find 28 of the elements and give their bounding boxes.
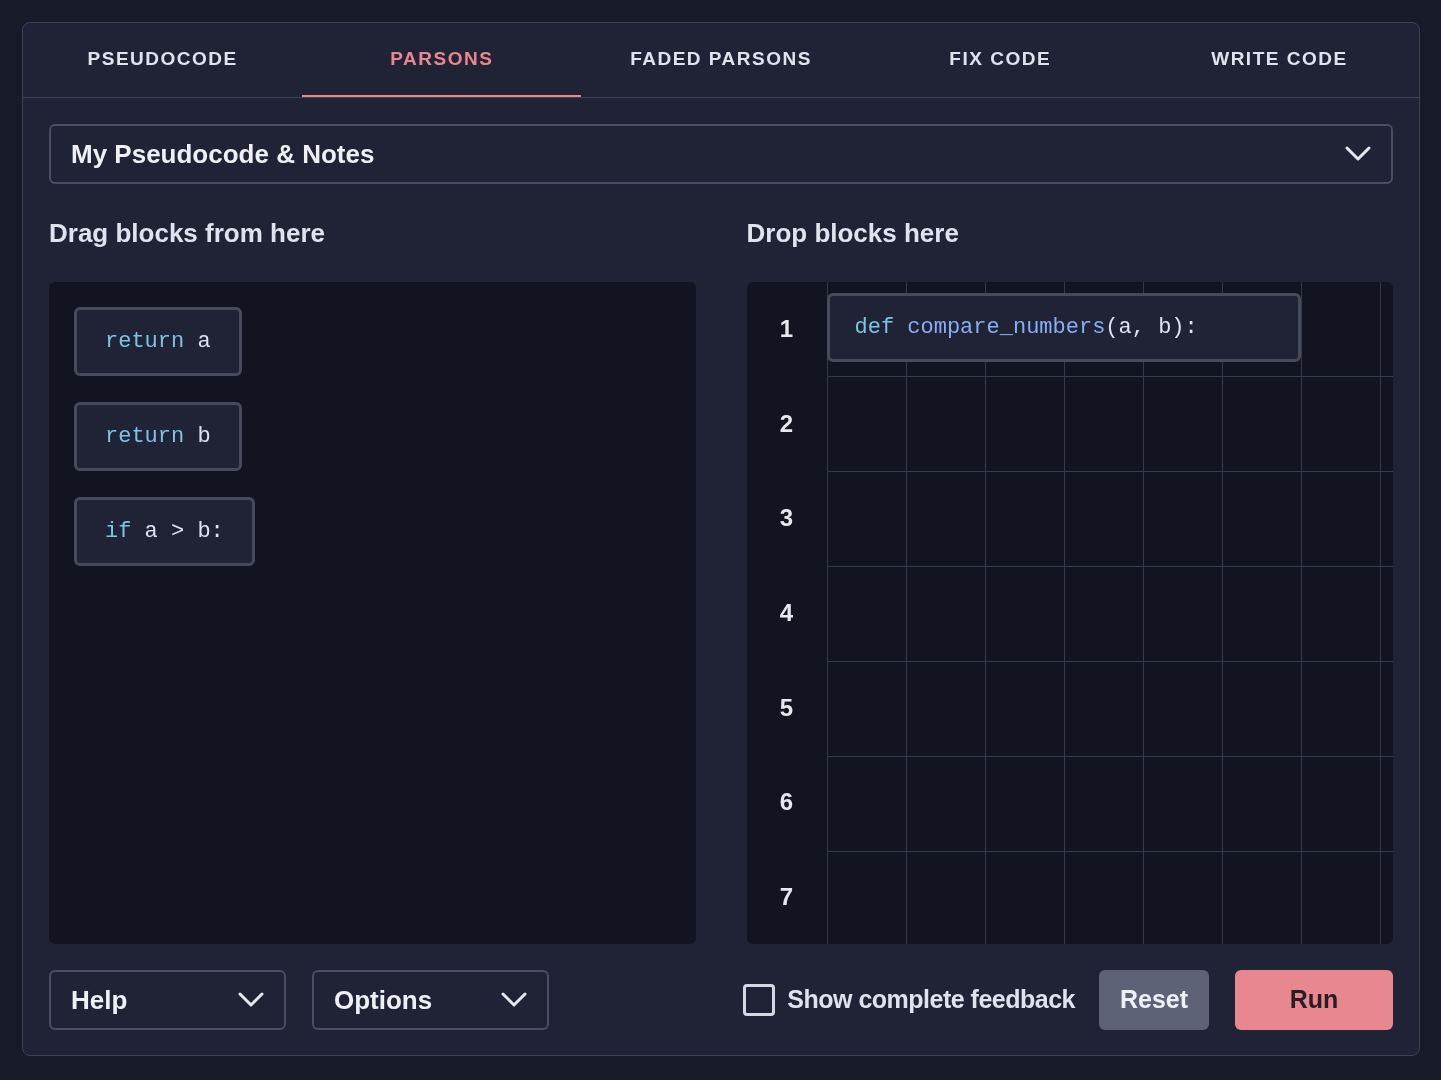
- reset-button[interactable]: Reset: [1099, 970, 1209, 1030]
- chevron-down-icon: [1345, 146, 1371, 162]
- tab[interactable]: PARSONS: [302, 23, 582, 97]
- code-block[interactable]: return a: [74, 307, 242, 376]
- line-number: 2: [779, 408, 794, 439]
- code-block[interactable]: def compare_numbers(a, b):: [826, 293, 1301, 362]
- code-block[interactable]: if a > b:: [74, 497, 255, 566]
- feedback-checkbox[interactable]: [743, 984, 776, 1016]
- chevron-down-icon: [238, 992, 264, 1008]
- run-button[interactable]: Run: [1235, 970, 1393, 1030]
- chevron-down-icon: [501, 992, 527, 1008]
- tab[interactable]: FADED PARSONS: [581, 23, 861, 97]
- code-block[interactable]: return b: [74, 402, 242, 471]
- help-dropdown[interactable]: Help: [49, 970, 286, 1030]
- tab[interactable]: WRITE CODE: [1139, 23, 1419, 97]
- line-number: 7: [779, 881, 794, 912]
- line-number: 4: [779, 598, 794, 628]
- line-number: 3: [779, 503, 794, 534]
- notes-dropdown[interactable]: My Pseudocode & Notes: [49, 124, 1393, 184]
- line-number: 1: [779, 314, 794, 345]
- target-heading: Drop blocks here: [746, 218, 960, 248]
- feedback-label: Show complete feedback: [787, 984, 1075, 1016]
- options-dropdown[interactable]: Options: [312, 970, 549, 1030]
- line-number: 5: [779, 692, 794, 723]
- tab[interactable]: FIX CODE: [860, 23, 1140, 97]
- line-number: 6: [779, 787, 794, 818]
- tab[interactable]: PSEUDOCODE: [23, 23, 303, 97]
- source-heading: Drag blocks from here: [49, 218, 326, 248]
